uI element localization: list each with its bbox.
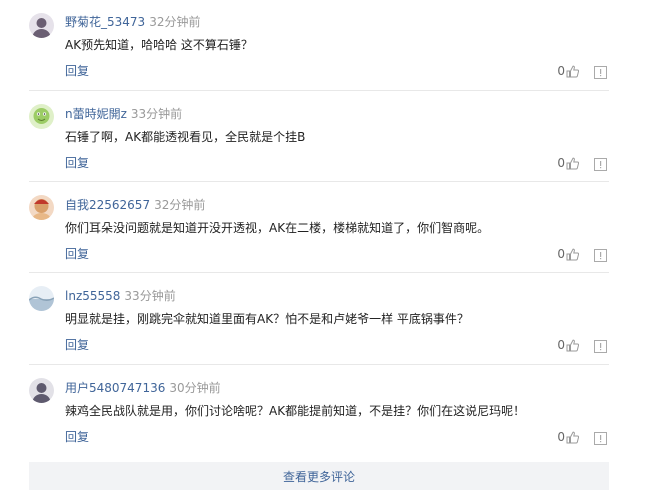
report-icon[interactable] (594, 64, 607, 79)
comment-item: 用户5480747136 30分钟前 辣鸡全民战队就是用，你们讨论啥呢？AK都能提… (29, 376, 609, 452)
avatar[interactable] (29, 104, 54, 129)
comment-item: lnz55558 33分钟前 明显就是挂，刚跳完伞就知道里面有AK？怕不是和卢姥爷… (29, 284, 609, 365)
reply-button[interactable]: 回复 (65, 336, 89, 354)
timestamp: 32分钟前 (149, 15, 201, 29)
reply-button[interactable]: 回复 (65, 154, 89, 172)
timestamp: 33分钟前 (130, 107, 183, 121)
username[interactable]: 用户5480747136 (65, 381, 165, 395)
timestamp: 32分钟前 (154, 198, 206, 212)
comment-meta: 用户5480747136 30分钟前 (65, 379, 221, 397)
comment-item: 自我22562657 32分钟前 你们耳朵没问题就是知道开没开透视，AK在二楼，楼… (29, 193, 609, 273)
like-count: 0 (557, 338, 565, 352)
thumbs-up-icon[interactable] (566, 248, 579, 261)
like-button[interactable]: 0 (557, 336, 579, 354)
reply-button[interactable]: 回复 (65, 62, 89, 80)
thumbs-up-icon[interactable] (566, 65, 579, 78)
comment-meta: lnz55558 33分钟前 (65, 287, 176, 305)
like-count: 0 (557, 156, 565, 170)
thumbs-up-icon[interactable] (566, 157, 579, 170)
username[interactable]: 野菊花_53473 (65, 15, 145, 29)
thumbs-up-icon[interactable] (566, 339, 579, 352)
like-count: 0 (557, 430, 565, 444)
comment-text: 辣鸡全民战队就是用，你们讨论啥呢？AK都能提前知道，不是挂？你们在这说尼玛呢！ (65, 404, 526, 418)
comment-meta: n蕾時妮開z 33分钟前 (65, 105, 182, 123)
report-icon[interactable] (594, 338, 607, 353)
report-icon[interactable] (594, 430, 607, 445)
avatar[interactable] (29, 378, 54, 403)
username[interactable]: n蕾時妮開z (65, 107, 127, 121)
like-count: 0 (557, 64, 565, 78)
username[interactable]: 自我22562657 (65, 198, 150, 212)
like-button[interactable]: 0 (557, 428, 579, 446)
username[interactable]: lnz55558 (65, 289, 120, 303)
like-count: 0 (557, 247, 565, 261)
avatar[interactable] (29, 195, 54, 220)
report-icon[interactable] (594, 156, 607, 171)
report-icon[interactable] (594, 247, 607, 262)
reply-button[interactable]: 回复 (65, 245, 89, 263)
timestamp: 33分钟前 (124, 289, 176, 303)
comment-text: 石锤了啊，AK都能透视看见，全民就是个挂B (65, 130, 306, 144)
like-button[interactable]: 0 (557, 154, 579, 172)
like-button[interactable]: 0 (557, 245, 579, 263)
avatar[interactable] (29, 286, 54, 311)
reply-button[interactable]: 回复 (65, 428, 89, 446)
comment-meta: 野菊花_53473 32分钟前 (65, 13, 200, 31)
comment-item: n蕾時妮開z 33分钟前 石锤了啊，AK都能透视看见，全民就是个挂B 回复 0 (29, 102, 609, 182)
timestamp: 30分钟前 (169, 381, 221, 395)
comment-item: 野菊花_53473 32分钟前 AK预先知道，哈哈哈 这不算石锤？ 回复 0 (29, 10, 609, 91)
load-more-comments-button[interactable]: 查看更多评论 (29, 462, 609, 490)
thumbs-up-icon[interactable] (566, 431, 579, 444)
like-button[interactable]: 0 (557, 62, 579, 80)
comment-meta: 自我22562657 32分钟前 (65, 196, 205, 214)
avatar[interactable] (29, 13, 54, 38)
comment-text: AK预先知道，哈哈哈 这不算石锤？ (65, 38, 253, 52)
comment-text: 你们耳朵没问题就是知道开没开透视，AK在二楼，楼梯就知道了，你们智商呢。 (65, 221, 490, 235)
comment-text: 明显就是挂，刚跳完伞就知道里面有AK？怕不是和卢姥爷一样 平底锅事件？ (65, 312, 469, 326)
